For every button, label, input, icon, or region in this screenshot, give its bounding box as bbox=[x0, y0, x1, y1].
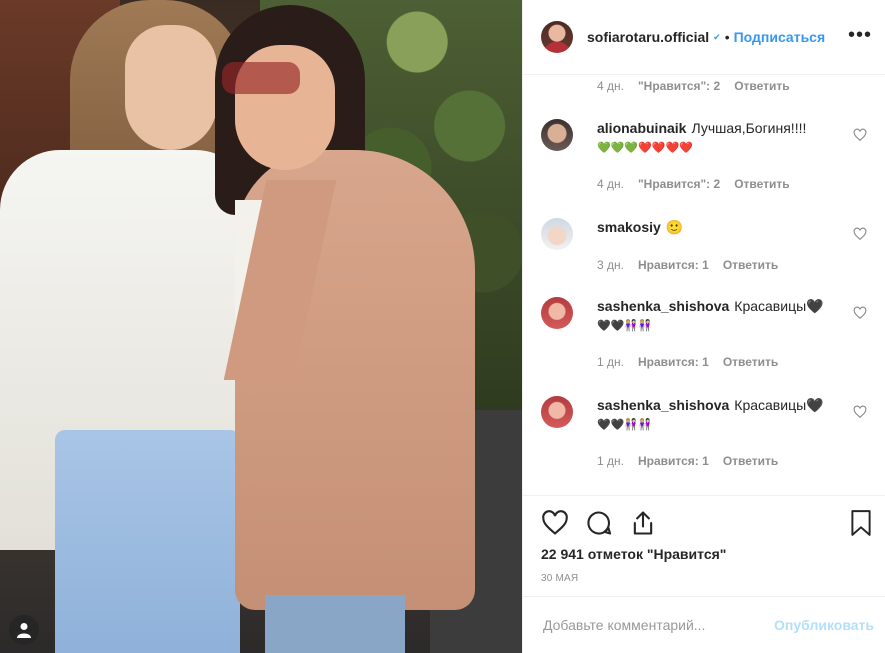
previous-comment-meta: 4 дн. "Нравится": 2 Ответить bbox=[597, 76, 790, 96]
post-side-panel: sofiarotaru.official ✔ • Подписаться •••… bbox=[522, 0, 885, 653]
reply-button[interactable]: Ответить bbox=[723, 355, 778, 369]
follow-button[interactable]: Подписаться bbox=[734, 29, 826, 45]
comment-text: Красавицы🖤 bbox=[734, 397, 824, 413]
comment-text: 🙂 bbox=[665, 219, 684, 235]
more-options-icon[interactable]: ••• bbox=[848, 24, 872, 47]
reply-button[interactable]: Ответить bbox=[734, 79, 789, 93]
comment-likes[interactable]: Нравится: 1 bbox=[638, 454, 709, 468]
comment-emoji-line: 💚💚💚❤️❤️❤️❤️ bbox=[597, 142, 693, 154]
left-woman-face bbox=[125, 25, 217, 150]
comment-likes[interactable]: Нравится: 1 bbox=[638, 258, 709, 272]
post-photo[interactable] bbox=[0, 0, 522, 653]
post-actions: 22 941 отметок "Нравится" 30 МАЯ bbox=[523, 495, 885, 595]
user-tag-icon bbox=[17, 623, 31, 638]
comment-icon[interactable] bbox=[585, 509, 613, 537]
comment-body: alionabuinaik Лучшая,Богиня!!!! 💚💚💚❤️❤️❤️… bbox=[597, 119, 837, 157]
commenter-username[interactable]: sashenka_shishova bbox=[597, 298, 729, 314]
comment-body: sashenka_shishova Красавицы🖤 🖤🖤👩🏼‍🤝‍👩🏻👩🏼‍… bbox=[597, 396, 837, 434]
comment-likes[interactable]: "Нравится": 2 bbox=[638, 79, 720, 93]
publish-button[interactable]: Опубликовать bbox=[774, 617, 874, 633]
commenter-avatar[interactable] bbox=[541, 297, 573, 329]
commenter-username[interactable]: smakosiy bbox=[597, 219, 661, 235]
comment-age: 1 дн. bbox=[597, 454, 624, 468]
post-header: sofiarotaru.official ✔ • Подписаться ••• bbox=[523, 0, 885, 75]
comment-text: Красавицы🖤 bbox=[734, 298, 824, 314]
list-item: alionabuinaik Лучшая,Богиня!!!! 💚💚💚❤️❤️❤️… bbox=[541, 119, 871, 197]
right-woman-jeans bbox=[265, 595, 405, 653]
list-item: smakosiy 🙂 3 дн. Нравится: 1 Ответить bbox=[541, 218, 871, 278]
comment-heart-icon[interactable] bbox=[853, 128, 867, 142]
comment-age: 4 дн. bbox=[597, 79, 624, 93]
comment-body: smakosiy 🙂 bbox=[597, 218, 837, 236]
comment-likes[interactable]: "Нравится": 2 bbox=[638, 177, 720, 191]
tagged-users-button[interactable] bbox=[9, 615, 39, 645]
commenter-username[interactable]: sashenka_shishova bbox=[597, 397, 729, 413]
comment-heart-icon[interactable] bbox=[853, 227, 867, 241]
post-date[interactable]: 30 МАЯ bbox=[541, 573, 578, 584]
comment-heart-icon[interactable] bbox=[853, 405, 867, 419]
author-username[interactable]: sofiarotaru.official bbox=[587, 29, 709, 45]
likes-count[interactable]: 22 941 отметок "Нравится" bbox=[541, 546, 726, 562]
commenter-avatar[interactable] bbox=[541, 218, 573, 250]
comment-likes[interactable]: Нравится: 1 bbox=[638, 355, 709, 369]
comment-input[interactable] bbox=[541, 616, 765, 634]
header-separator: • bbox=[724, 29, 730, 45]
comment-body: sashenka_shishova Красавицы🖤 🖤🖤👩🏼‍🤝‍👩🏻👩🏼‍… bbox=[597, 297, 837, 335]
share-icon[interactable] bbox=[629, 509, 657, 537]
comment-age: 4 дн. bbox=[597, 177, 624, 191]
comment-emoji-line: 🖤🖤👩🏼‍🤝‍👩🏻👩🏼‍🤝‍👩🏻 bbox=[597, 419, 652, 431]
sunglasses bbox=[222, 62, 300, 94]
commenter-username[interactable]: alionabuinaik bbox=[597, 120, 686, 136]
commenter-avatar[interactable] bbox=[541, 396, 573, 428]
bookmark-icon[interactable] bbox=[848, 509, 874, 537]
comment-meta: 4 дн. "Нравится": 2 Ответить bbox=[597, 174, 790, 194]
author-avatar[interactable] bbox=[541, 21, 573, 53]
comment-meta: 3 дн. Нравится: 1 Ответить bbox=[597, 255, 778, 275]
list-item: sashenka_shishova Красавицы🖤 🖤🖤👩🏼‍🤝‍👩🏻👩🏼‍… bbox=[541, 396, 871, 476]
comment-meta: 1 дн. Нравится: 1 Ответить bbox=[597, 352, 778, 372]
reply-button[interactable]: Ответить bbox=[723, 454, 778, 468]
comment-text: Лучшая,Богиня!!!! bbox=[691, 120, 807, 136]
comments-list[interactable]: 4 дн. "Нравится": 2 Ответить alionabuina… bbox=[523, 75, 885, 495]
comment-heart-icon[interactable] bbox=[853, 306, 867, 320]
reply-button[interactable]: Ответить bbox=[723, 258, 778, 272]
list-item: sashenka_shishova Красавицы🖤 🖤🖤👩🏼‍🤝‍👩🏻👩🏼‍… bbox=[541, 297, 871, 377]
comment-meta: 1 дн. Нравится: 1 Ответить bbox=[597, 451, 778, 471]
action-icons bbox=[541, 509, 673, 537]
verified-icon: ✔ bbox=[713, 31, 721, 42]
add-comment-bar: Опубликовать bbox=[523, 596, 885, 653]
reply-button[interactable]: Ответить bbox=[734, 177, 789, 191]
comment-age: 3 дн. bbox=[597, 258, 624, 272]
comment-age: 1 дн. bbox=[597, 355, 624, 369]
instagram-post: sofiarotaru.official ✔ • Подписаться •••… bbox=[0, 0, 885, 653]
left-woman-jeans bbox=[55, 430, 240, 653]
heart-icon[interactable] bbox=[541, 509, 569, 537]
commenter-avatar[interactable] bbox=[541, 119, 573, 151]
comment-emoji-line: 🖤🖤👩🏼‍🤝‍👩🏻👩🏼‍🤝‍👩🏻 bbox=[597, 320, 652, 332]
